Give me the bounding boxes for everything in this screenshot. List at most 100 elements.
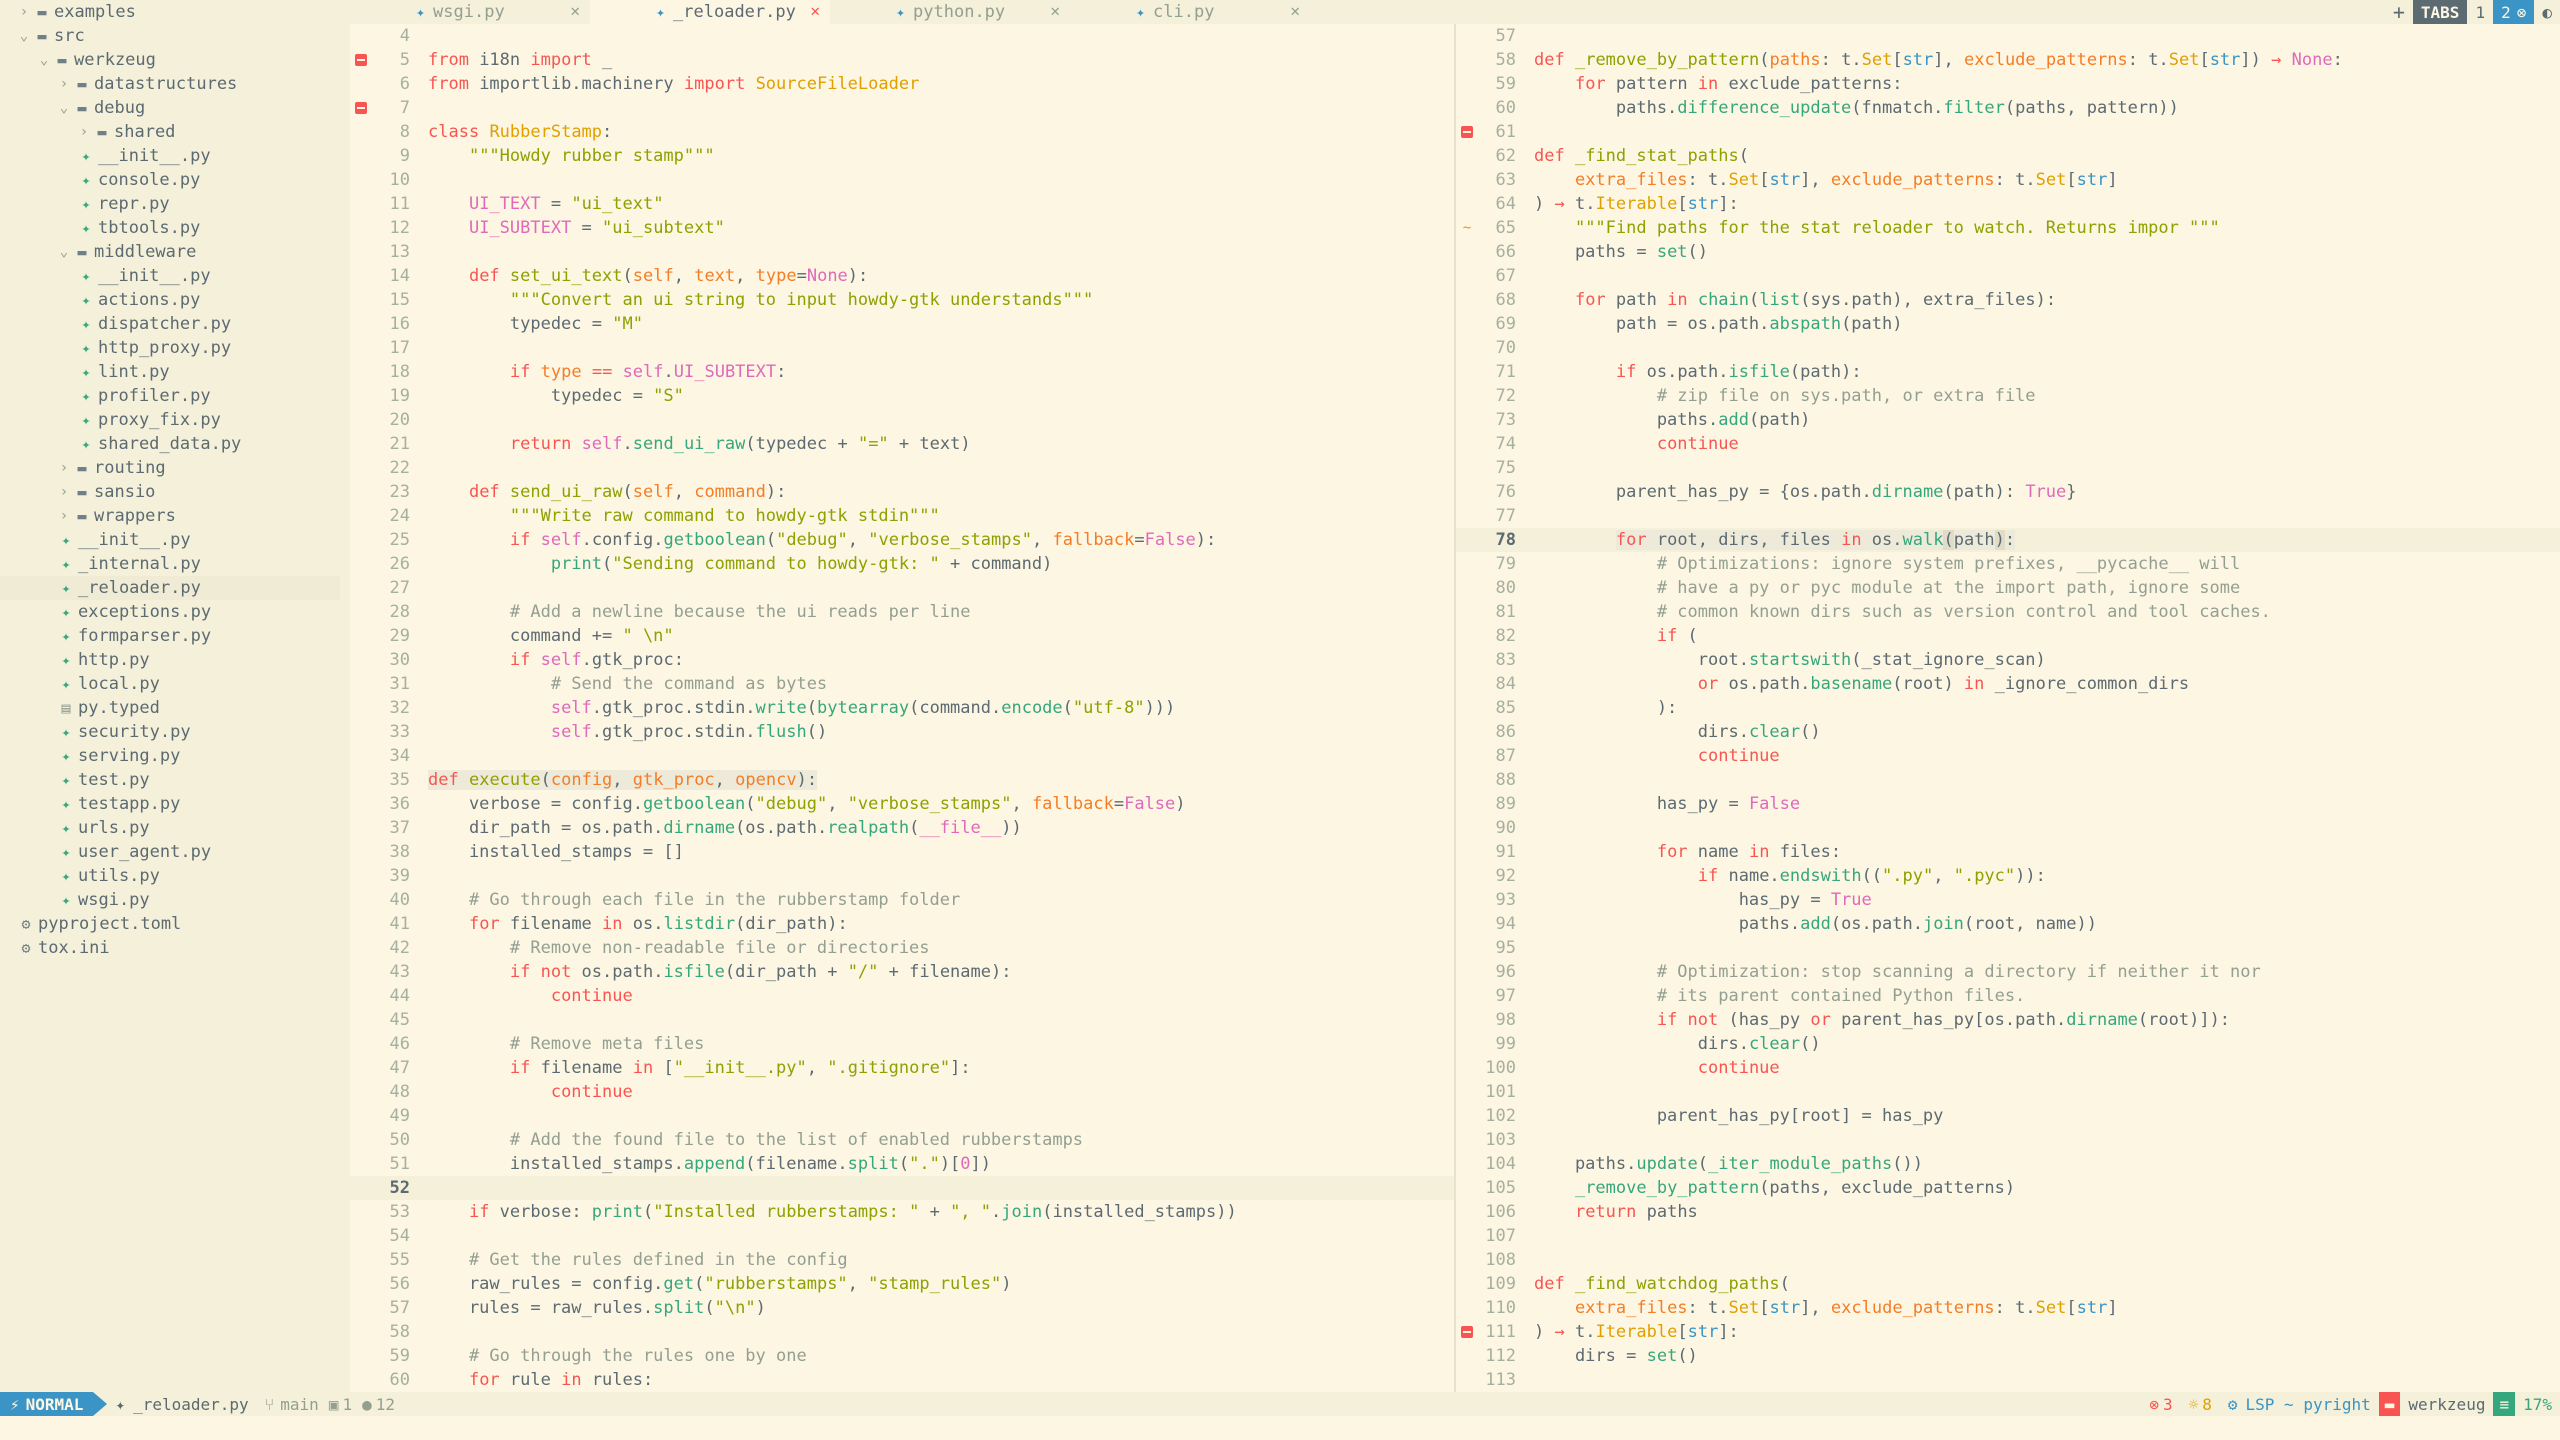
chevron-down-icon[interactable]: ⌄ [56,244,72,260]
code-line[interactable]: 9 """Howdy rubber stamp""" [350,144,1454,168]
code-line[interactable]: 85 ): [1456,696,2560,720]
code-line[interactable]: 62 def _find_stat_paths( [1456,144,2560,168]
chevron-right-icon[interactable]: › [16,4,32,20]
tree-file[interactable]: ✦ __init__.py [0,528,340,552]
code-line[interactable]: 82 if ( [1456,624,2560,648]
code-line[interactable]: 84 or os.path.basename(root) in _ignore_… [1456,672,2560,696]
tree-file[interactable]: ✦ serving.py [0,744,340,768]
code-line[interactable]: 79 # Optimizations: ignore system prefix… [1456,552,2560,576]
chevron-right-icon[interactable]: › [56,484,72,500]
code-line[interactable]: 13 [350,240,1454,264]
tree-folder[interactable]: ⌄ ▬ werkzeug [0,48,340,72]
code-line[interactable]: 12 UI_SUBTEXT = "ui_subtext" [350,216,1454,240]
code-line[interactable]: 100 continue [1456,1056,2560,1080]
code-line[interactable]: 27 [350,576,1454,600]
file-explorer[interactable]: › ▬ examples ⌄ ▬ src ⌄ ▬ werkzeug › ▬ datastructure… [0,0,350,1392]
code-line[interactable]: 29 command += " \n" [350,624,1454,648]
code-line[interactable]: 37 dir_path = os.path.dirname(os.path.re… [350,816,1454,840]
code-line[interactable]: ~65 """Find paths for the stat reloader … [1456,216,2560,240]
tab-reloader-py[interactable]: ✦ _reloader.py ✕ [590,0,830,24]
code-line[interactable]: 45 [350,1008,1454,1032]
code-line[interactable]: 110 extra_files: t.Set[str], exclude_pat… [1456,1296,2560,1320]
code-line[interactable]: 96 # Optimization: stop scanning a direc… [1456,960,2560,984]
tree-folder[interactable]: › ▬ wrappers [0,504,340,528]
code-line[interactable]: 55 # Get the rules defined in the config [350,1248,1454,1272]
code-line[interactable]: 33 self.gtk_proc.stdin.flush() [350,720,1454,744]
code-line[interactable]: 87 continue [1456,744,2560,768]
tree-folder[interactable]: ⌄ ▬ debug [0,96,340,120]
code-line[interactable]: 101 [1456,1080,2560,1104]
code-line[interactable]: 83 root.startswith(_stat_ignore_scan) [1456,648,2560,672]
tabpage-1-button[interactable]: 1 [2467,0,2493,24]
tree-file[interactable]: ✦ security.py [0,720,340,744]
code-line[interactable]: 31 # Send the command as bytes [350,672,1454,696]
tree-folder[interactable]: ⌄ ▬ middleware [0,240,340,264]
code-line[interactable]: 19 typedec = "S" [350,384,1454,408]
tree-file[interactable]: ✦ wsgi.py [0,888,340,912]
code-line[interactable]: 58 def _remove_by_pattern(paths: t.Set[st… [1456,48,2560,72]
code-line[interactable]: 90 [1456,816,2560,840]
code-line[interactable]: 34 [350,744,1454,768]
tree-folder[interactable]: › ▬ shared [0,120,340,144]
chevron-right-icon[interactable]: › [56,508,72,524]
code-line[interactable]: 59 for pattern in exclude_patterns: [1456,72,2560,96]
code-line[interactable]: 30 if self.gtk_proc: [350,648,1454,672]
code-line[interactable]: 104 paths.update(_iter_module_paths()) [1456,1152,2560,1176]
code-line[interactable]: 112 dirs = set() [1456,1344,2560,1368]
tree-file[interactable]: ✦ test.py [0,768,340,792]
tree-file[interactable]: ✦ lint.py [0,360,340,384]
close-icon[interactable]: ✕ [1290,1,1300,20]
tree-file[interactable]: ✦ http_proxy.py [0,336,340,360]
code-line[interactable]: 35 def execute(config, gtk_proc, opencv): [350,768,1454,792]
code-line[interactable]: 17 [350,336,1454,360]
tree-file[interactable]: ✦ exceptions.py [0,600,340,624]
code-line[interactable]: 4 [350,24,1454,48]
tabpage-2-button[interactable]: 2 ⊗ [2493,0,2535,24]
tree-file[interactable]: ✦ http.py [0,648,340,672]
code-line[interactable]: 66 paths = set() [1456,240,2560,264]
code-line[interactable]: 57 [1456,24,2560,48]
code-line[interactable]: 5 from i18n import _ [350,48,1454,72]
tree-file[interactable]: ✦ proxy_fix.py [0,408,340,432]
code-line[interactable]: 40 # Go through each file in the rubbers… [350,888,1454,912]
code-line[interactable]: 61 [1456,120,2560,144]
command-line[interactable] [0,1416,2560,1440]
code-line[interactable]: 15 """Convert an ui string to input howd… [350,288,1454,312]
new-tab-button[interactable]: + [2385,0,2413,24]
code-line[interactable]: 106 return paths [1456,1200,2560,1224]
code-line[interactable]: 63 extra_files: t.Set[str], exclude_patt… [1456,168,2560,192]
tab-python-py[interactable]: ✦ python.py ✕ [830,0,1070,24]
chevron-down-icon[interactable]: ⌄ [16,28,32,44]
code-line[interactable]: 6 from importlib.machinery import SourceF… [350,72,1454,96]
code-line[interactable]: 58 [350,1320,1454,1344]
code-line[interactable]: 54 [350,1224,1454,1248]
tree-file[interactable]: ✦ dispatcher.py [0,312,340,336]
code-line[interactable]: 44 continue [350,984,1454,1008]
tree-file[interactable]: ✦ repr.py [0,192,340,216]
code-line[interactable]: 59 # Go through the rules one by one [350,1344,1454,1368]
code-line[interactable]: 111) → t.Iterable[str]: [1456,1320,2560,1344]
tree-file[interactable]: ✦ __init__.py [0,264,340,288]
code-line[interactable]: 25 if self.config.getboolean("debug", "v… [350,528,1454,552]
code-line[interactable]: 53 if verbose: print("Installed rubberst… [350,1200,1454,1224]
code-line[interactable]: 92 if name.endswith((".py", ".pyc")): [1456,864,2560,888]
editor-pane-left[interactable]: 4 5 from i18n import _ 6 from importlib.mach… [350,24,1454,1392]
code-line[interactable]: 69 path = os.path.abspath(path) [1456,312,2560,336]
error-sign-icon[interactable] [1461,126,1473,138]
code-line[interactable]: 60 paths.difference_update(fnmatch.filte… [1456,96,2560,120]
tree-file[interactable]: ✦ console.py [0,168,340,192]
tree-file[interactable]: ⚙ pyproject.toml [0,912,340,936]
code-line[interactable]: 49 [350,1104,1454,1128]
code-line[interactable]: 56 raw_rules = config.get("rubberstamps"… [350,1272,1454,1296]
code-line[interactable]: 113 [1456,1368,2560,1392]
code-line[interactable]: 46 # Remove meta files [350,1032,1454,1056]
code-line[interactable]: 57 rules = raw_rules.split("\n") [350,1296,1454,1320]
code-line[interactable]: 7 [350,96,1454,120]
tree-file[interactable]: ✦ local.py [0,672,340,696]
close-icon[interactable]: ✕ [570,1,580,20]
git-branch[interactable]: ⑂ main ▣ 1 ● 12 [257,1392,403,1416]
code-line[interactable]: 42 # Remove non-readable file or directo… [350,936,1454,960]
editor-pane-right[interactable]: 57 58 def _remove_by_pattern(paths: t.Set[… [1456,24,2560,1392]
code-line[interactable]: 80 # have a py or pyc module at the impo… [1456,576,2560,600]
tree-file[interactable]: ✦ profiler.py [0,384,340,408]
